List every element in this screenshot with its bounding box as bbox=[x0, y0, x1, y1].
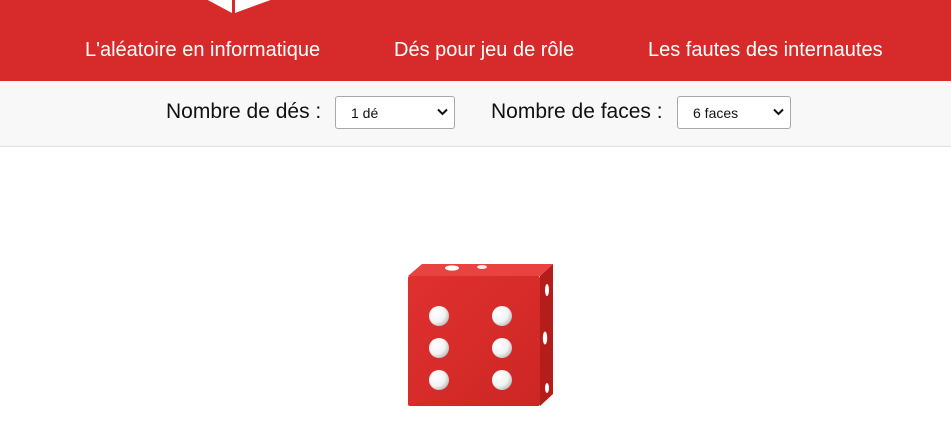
nav-link-des-jeu-de-role[interactable]: Dés pour jeu de rôle bbox=[394, 37, 574, 63]
dice-count-label: Nombre de dés : bbox=[166, 100, 322, 123]
dice-count-select[interactable]: 1 dé bbox=[335, 96, 455, 129]
dice-count-value: 1 dé bbox=[351, 105, 379, 121]
nav-link-fautes-internautes[interactable]: Les fautes des internautes bbox=[648, 37, 883, 63]
site-header: L'aléatoire en informatique Dés pour jeu… bbox=[0, 0, 951, 81]
faces-count-label: Nombre de faces : bbox=[491, 100, 663, 123]
dice-logo-icon[interactable] bbox=[204, 0, 276, 15]
faces-count-select[interactable]: 6 faces bbox=[677, 96, 791, 129]
chevron-down-icon bbox=[773, 108, 784, 116]
chevron-down-icon bbox=[437, 108, 448, 116]
die-six-icon[interactable] bbox=[400, 262, 560, 417]
dice-settings-bar: Nombre de dés : 1 dé Nombre de faces : 6… bbox=[0, 81, 951, 147]
nav-link-aleatoire-informatique[interactable]: L'aléatoire en informatique bbox=[85, 37, 320, 63]
dice-area bbox=[0, 147, 951, 432]
faces-count-value: 6 faces bbox=[693, 105, 739, 121]
main-nav: L'aléatoire en informatique Dés pour jeu… bbox=[0, 37, 951, 63]
